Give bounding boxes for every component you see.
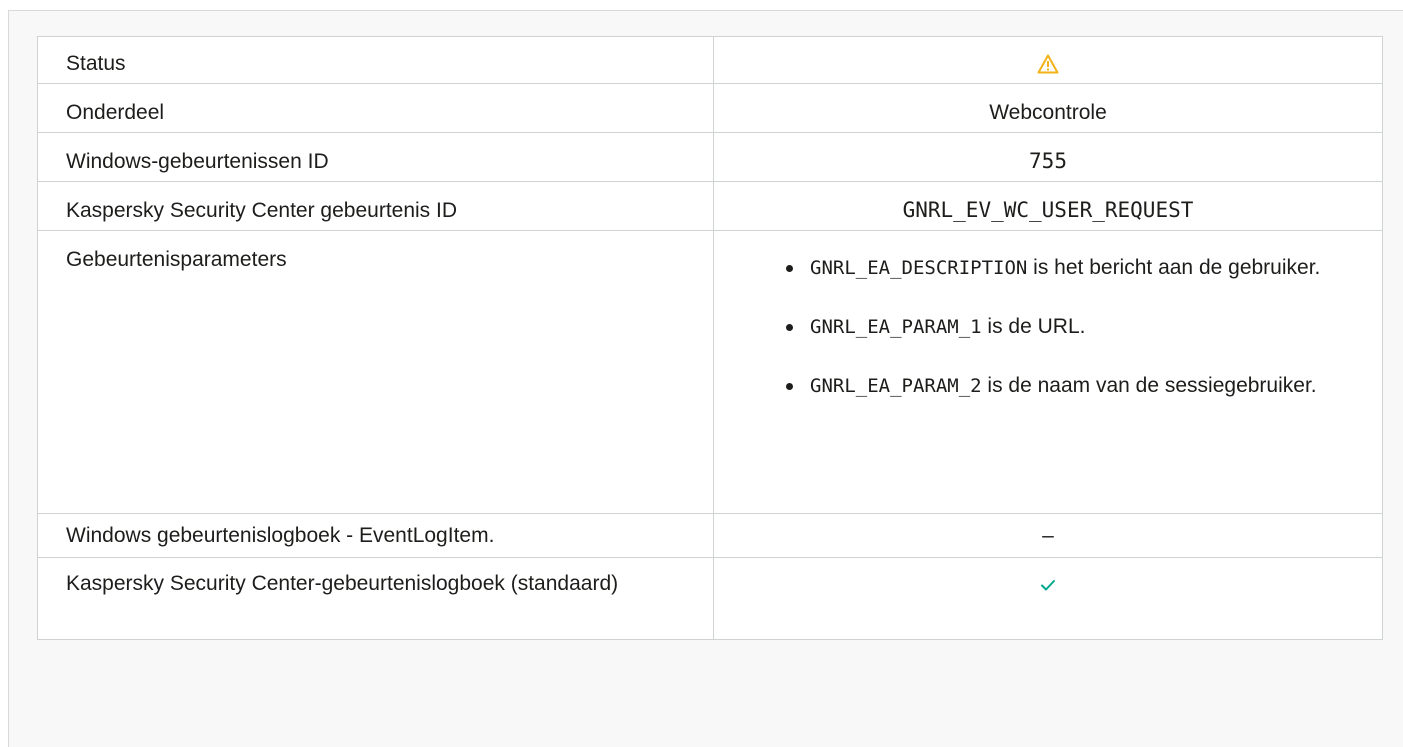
- table-row-windows-event-id: Windows-gebeurtenissen ID 755: [37, 132, 1383, 182]
- component-label: Onderdeel: [37, 83, 714, 133]
- windows-event-log-label: Windows gebeurtenislogboek - EventLogIte…: [37, 513, 714, 558]
- parameter-item: GNRL_EA_PARAM_2 is de naam van de sessie…: [786, 369, 1366, 403]
- parameter-description: is de naam van de sessiegebruiker.: [981, 374, 1317, 397]
- table-row-status: Status: [37, 36, 1383, 84]
- event-details-table: Status Onderdeel Webcontrole Windows-geb…: [37, 36, 1383, 640]
- bullet-icon: [786, 265, 793, 272]
- table-row-component: Onderdeel Webcontrole: [37, 83, 1383, 133]
- ksc-event-id-label: Kaspersky Security Center gebeurtenis ID: [37, 181, 714, 231]
- parameter-code: GNRL_EA_PARAM_2: [810, 375, 982, 397]
- windows-event-id-label: Windows-gebeurtenissen ID: [37, 132, 714, 182]
- event-parameters-label: Gebeurtenisparameters: [37, 230, 714, 514]
- table-row-ksc-event-id: Kaspersky Security Center gebeurtenis ID…: [37, 181, 1383, 231]
- bullet-icon: [786, 324, 793, 331]
- table-row-event-parameters: Gebeurtenisparameters GNRL_EA_DESCRIPTIO…: [37, 230, 1383, 514]
- ksc-event-log-value: [713, 557, 1383, 640]
- content-panel: Status Onderdeel Webcontrole Windows-geb…: [8, 10, 1403, 747]
- ksc-event-id-value: GNRL_EV_WC_USER_REQUEST: [713, 181, 1383, 231]
- bullet-icon: [786, 383, 793, 390]
- ksc-event-log-label: Kaspersky Security Center-gebeurtenislog…: [37, 557, 714, 640]
- status-value: [713, 36, 1383, 84]
- parameter-list: GNRL_EA_DESCRIPTION is het bericht aan d…: [786, 245, 1366, 403]
- status-label: Status: [37, 36, 714, 84]
- component-value: Webcontrole: [713, 83, 1383, 133]
- parameter-code: GNRL_EA_DESCRIPTION: [810, 257, 1028, 279]
- warning-triangle-icon: [1037, 54, 1059, 74]
- table-row-windows-event-log: Windows gebeurtenislogboek - EventLogIte…: [37, 513, 1383, 558]
- table-row-ksc-event-log: Kaspersky Security Center-gebeurtenislog…: [37, 557, 1383, 640]
- checkmark-icon: [1041, 580, 1055, 591]
- windows-event-id-value: 755: [713, 132, 1383, 182]
- parameter-item: GNRL_EA_PARAM_1 is de URL.: [786, 310, 1366, 344]
- event-parameters-value: GNRL_EA_DESCRIPTION is het bericht aan d…: [713, 230, 1383, 514]
- windows-event-log-value: –: [713, 513, 1383, 558]
- parameter-item: GNRL_EA_DESCRIPTION is het bericht aan d…: [786, 251, 1366, 285]
- parameter-description: is het bericht aan de gebruiker.: [1027, 256, 1321, 279]
- parameter-description: is de URL.: [981, 315, 1086, 338]
- parameter-code: GNRL_EA_PARAM_1: [810, 316, 982, 338]
